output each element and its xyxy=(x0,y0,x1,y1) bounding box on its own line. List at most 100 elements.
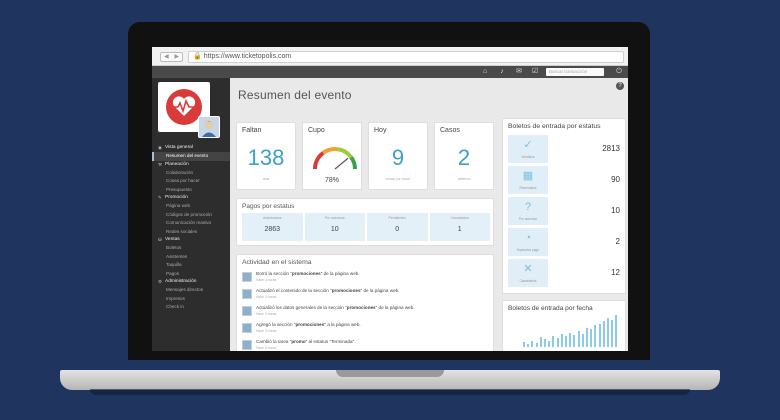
sidebar-item[interactable]: Asistentes xyxy=(152,253,230,262)
lock-icon: 🔒 xyxy=(193,53,202,60)
sidebar-item[interactable]: Taquilla xyxy=(152,261,230,270)
sidebar-item[interactable]: Redes sociales xyxy=(152,228,230,237)
back-button[interactable]: ◀ xyxy=(161,53,172,61)
home-icon[interactable]: ⌂ xyxy=(480,67,490,77)
estatus-value: 12 xyxy=(611,268,620,277)
fecha-card: Boletos de entrada por fecha xyxy=(502,300,626,351)
pagos-column[interactable]: Cancelados 1 xyxy=(429,213,490,241)
pagos-column-label: Por autorizar xyxy=(324,216,345,220)
hoy-sub: cosas por hacer xyxy=(385,177,411,181)
actividad-card: Actividad en el sistema Borró la sección… xyxy=(236,254,494,351)
estatus-icon-box: ◔ Expirados pago xyxy=(508,228,548,256)
estatus-value: 2813 xyxy=(602,144,620,153)
x-icon: ✕ xyxy=(523,263,533,275)
wrench-icon: ⚒ xyxy=(158,161,163,167)
date-bar xyxy=(565,336,567,347)
screen: ◀ ▶ 🔒 https://www.ticketopolis.com ⌂ ♪ ✉ … xyxy=(152,47,628,351)
estatus-row[interactable]: ✕ Cancelados 12 xyxy=(508,259,622,287)
sidebar-item[interactable]: Pagos xyxy=(152,270,230,279)
help-icon[interactable]: ? xyxy=(616,82,624,90)
date-bar xyxy=(594,325,597,347)
activity-item[interactable]: Actualizó los datos generales de la secc… xyxy=(242,305,492,321)
sidebar-section-label: Ventas xyxy=(165,237,180,242)
date-bar xyxy=(611,319,614,347)
casos-card[interactable]: Casos 2 abiertos xyxy=(434,122,494,190)
estatus-row[interactable]: ▦ Reservados 90 xyxy=(508,166,622,194)
megaphone-icon: ✎ xyxy=(158,195,162,200)
casos-sub: abiertos xyxy=(457,177,471,181)
sidebar-section-0[interactable]: ◉ Vista general xyxy=(152,144,230,152)
sidebar-section-label: Promoción xyxy=(165,195,188,200)
activity-text: Borró la sección "promociones" de la pág… xyxy=(256,271,360,276)
activity-item[interactable]: Cambió la tarea "promo" al estatus "Term… xyxy=(242,339,492,351)
date-bar xyxy=(552,335,555,347)
pagos-column-label: Pendientes xyxy=(388,216,406,220)
cupo-card: Cupo 78% xyxy=(302,122,362,190)
sidebar-item[interactable]: Comunicación masiva xyxy=(152,219,230,228)
sidebar-item[interactable]: Resumen del evento xyxy=(152,152,230,161)
estatus-value: 2 xyxy=(615,237,620,246)
gauge-svg xyxy=(313,147,357,170)
date-bar xyxy=(548,341,551,347)
estatus-name: Por autorizar xyxy=(518,217,538,221)
estatus-row[interactable]: ? Por autorizar 10 xyxy=(508,197,622,225)
pagos-card: Pagos por estatus Autorizados 2863 Por aut… xyxy=(236,198,494,246)
faltan-card: Faltan 138 días xyxy=(236,122,296,190)
estatus-row[interactable]: ✓ Vendidos 2813 xyxy=(508,135,622,163)
sidebar-item[interactable]: Presupuesto xyxy=(152,186,230,195)
sidebar-item[interactable]: Check in xyxy=(152,303,230,312)
activity-item[interactable]: Actualizó el contenido de la sección "pr… xyxy=(242,288,492,304)
activity-item[interactable]: Borró la sección "promociones" de la pág… xyxy=(242,271,492,287)
hoy-card[interactable]: Hoy 9 cosas por hacer xyxy=(368,122,428,190)
sidebar-section-label: Vista general xyxy=(165,145,193,150)
sidebar-item[interactable]: Colaboración xyxy=(152,169,230,178)
estatus-row[interactable]: ◔ Expirados pago 2 xyxy=(508,228,622,256)
pagos-column-label: Autorizados xyxy=(263,216,282,220)
activity-item[interactable]: Agregó la sección "promociones" a la pág… xyxy=(242,322,492,338)
activity-time: Hace 3 horas xyxy=(256,312,277,316)
date-bar xyxy=(560,334,563,347)
pagos-column[interactable]: Pendientes 0 xyxy=(367,213,428,241)
date-bar xyxy=(539,337,542,347)
date-bar xyxy=(590,329,593,347)
sidebar-section-4[interactable]: ⚙ Administración xyxy=(152,278,230,286)
pagos-column[interactable]: Por autorizar 10 xyxy=(304,213,365,241)
date-bar xyxy=(569,332,572,347)
date-bar xyxy=(523,342,525,347)
gauge-needle xyxy=(334,157,349,170)
pagos-grid: Autorizados 2863 Por autorizar 10 Pendientes… xyxy=(242,213,490,241)
check-square-icon[interactable]: ☑ xyxy=(530,67,540,77)
gauge-segment xyxy=(349,156,357,170)
sidebar-item[interactable]: Mensajes directos xyxy=(152,286,230,295)
sidebar-section-1[interactable]: ⚒ Planeación xyxy=(152,161,230,169)
address-bar[interactable]: 🔒 https://www.ticketopolis.com xyxy=(188,51,624,63)
date-bar xyxy=(577,331,580,347)
pagos-title: Pagos por estatus xyxy=(242,203,295,210)
power-icon[interactable]: ⏻ xyxy=(614,67,624,77)
pagos-column-label: Cancelados xyxy=(450,216,469,220)
fecha-title: Boletos de entrada por fecha xyxy=(508,305,593,312)
gear-icon: ⚙ xyxy=(158,279,163,284)
sidebar-item[interactable]: Cosas por hacer xyxy=(152,177,230,186)
cupo-value: 78% xyxy=(324,177,339,184)
user-avatar[interactable] xyxy=(198,116,220,138)
date-bar xyxy=(607,318,609,347)
forward-button[interactable]: ▶ xyxy=(172,53,183,61)
sidebar-item[interactable]: Página web xyxy=(152,202,230,211)
url-text: https://www.ticketopolis.com xyxy=(203,53,292,60)
search-input[interactable]: Buscar transacción xyxy=(546,68,604,76)
cupo-label: Cupo xyxy=(308,127,325,134)
sidebar-section-2[interactable]: ✎ Promoción xyxy=(152,194,230,202)
sidebar-item[interactable]: Impresos xyxy=(152,295,230,304)
bell-icon[interactable]: ♪ xyxy=(497,67,507,77)
page-title: Resumen del evento xyxy=(238,88,352,102)
heart-pulse-icon xyxy=(172,96,196,116)
sidebar: ◉ Vista general Resumen del evento ⚒ Planeac… xyxy=(152,78,230,351)
date-bar xyxy=(573,334,576,347)
sidebar-item[interactable]: Códigos de promoción xyxy=(152,211,230,220)
chat-icon[interactable]: ✉ xyxy=(514,67,524,77)
sidebar-section-3[interactable]: ⛁ Ventas xyxy=(152,236,230,244)
date-bar xyxy=(527,343,530,347)
pagos-column[interactable]: Autorizados 2863 xyxy=(242,213,303,241)
sidebar-item[interactable]: Boletos xyxy=(152,244,230,253)
